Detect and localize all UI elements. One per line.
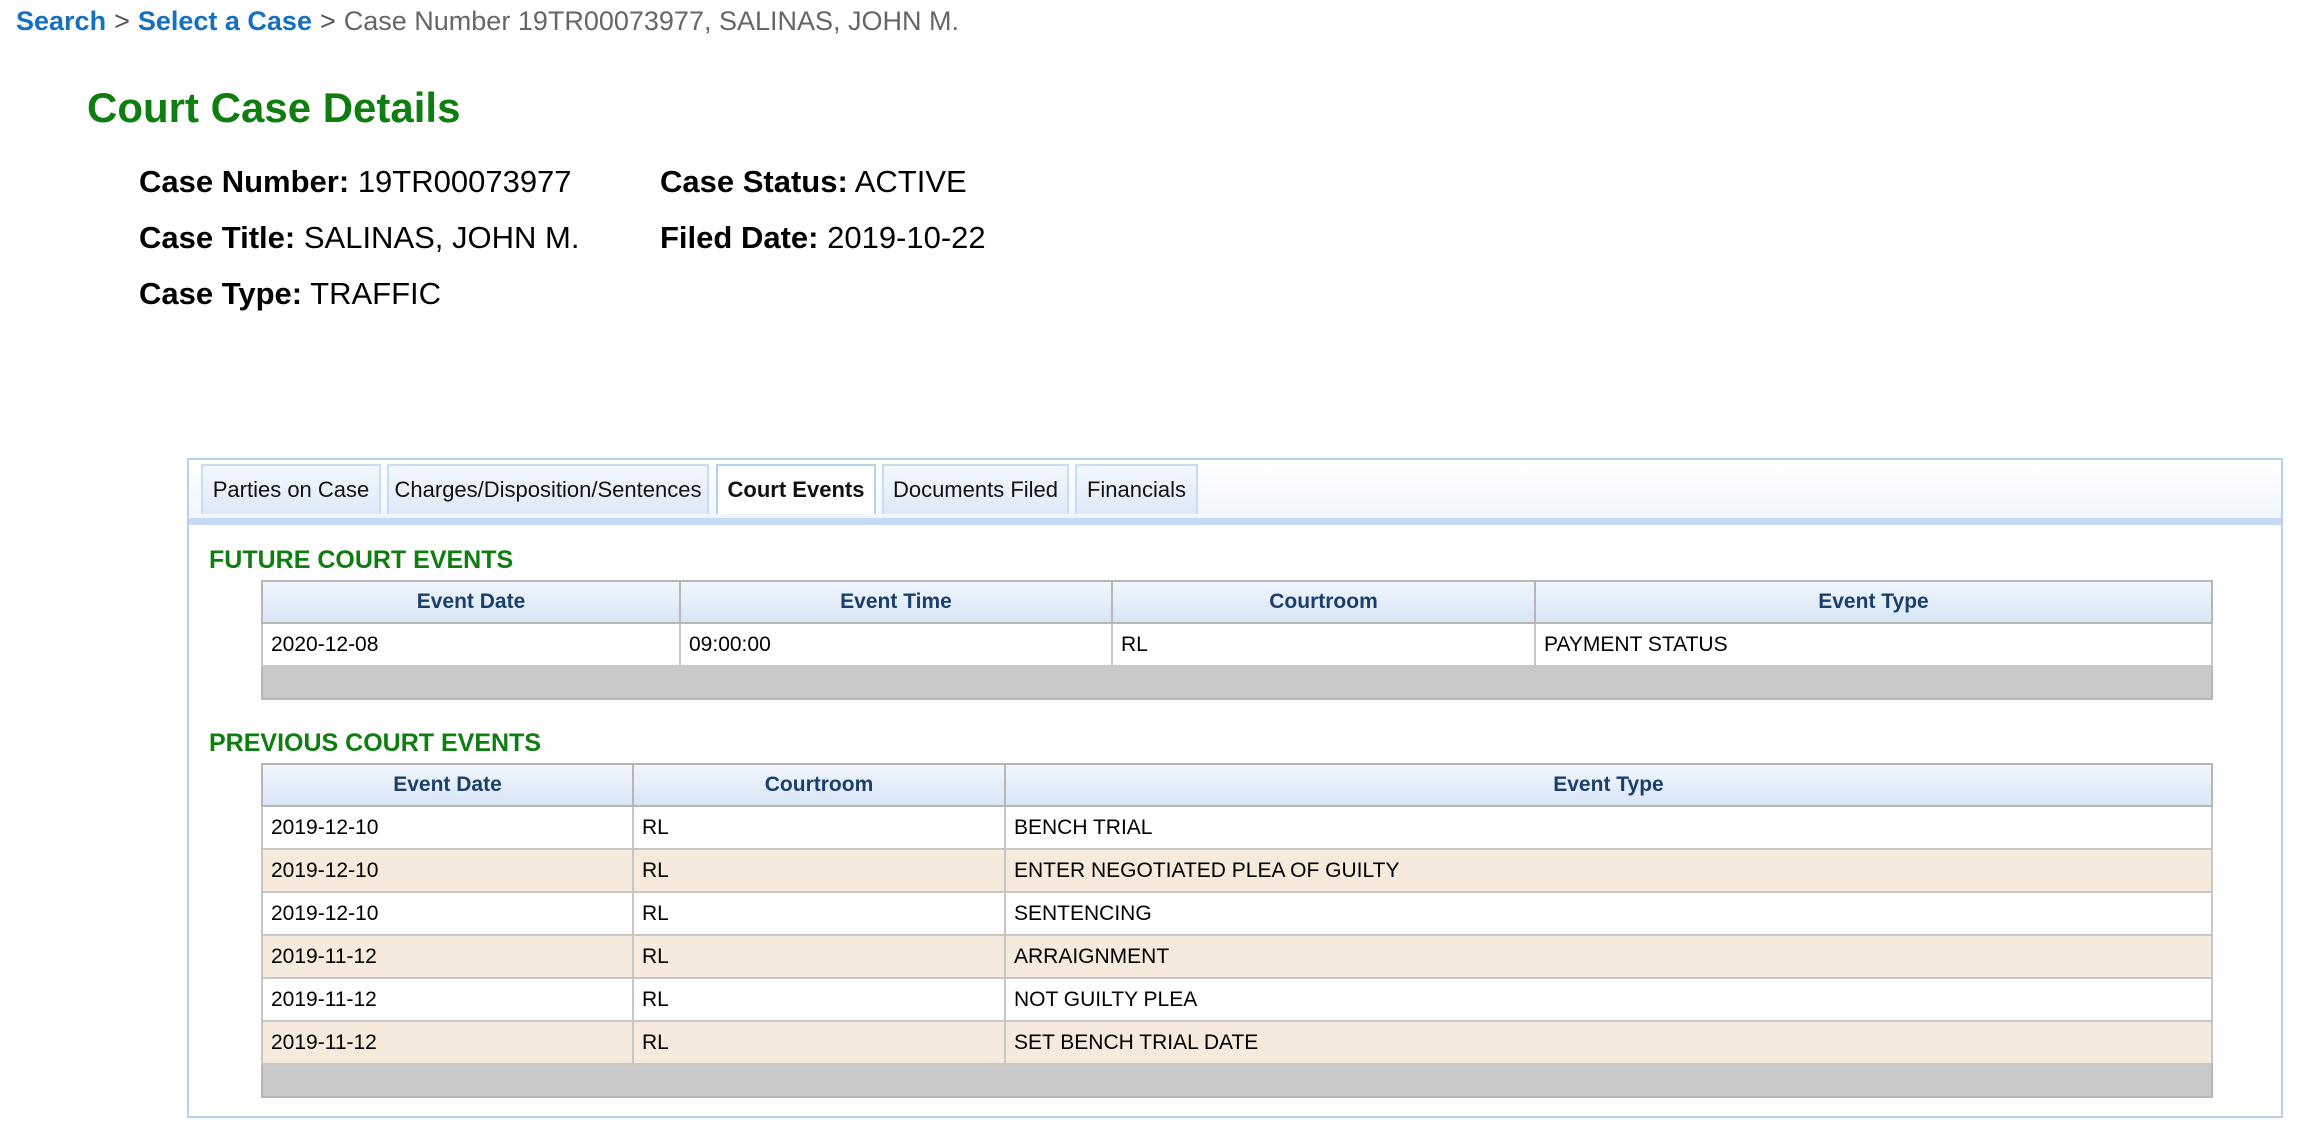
column-header-event-type[interactable]: Event Type [1004,763,2213,807]
breadcrumb: Search > Select a Case > Case Number 19TR000… [16,6,959,37]
cell-courtroom: RL [632,977,1006,1022]
column-header-event-time[interactable]: Event Time [679,580,1113,624]
table-row: 2019-12-10 RL SENTENCING [261,891,2213,936]
table-footer [261,1063,2213,1098]
table-row: 2020-12-08 09:00:00 RL PAYMENT STATUS [261,622,2213,667]
cell-event-type: ENTER NEGOTIATED PLEA OF GUILTY [1004,848,2213,893]
case-title-label: Case Title: [139,220,296,255]
tab-parties-on-case[interactable]: Parties on Case [201,464,381,514]
cell-courtroom: RL [632,934,1006,979]
case-number-value: 19TR00073977 [357,164,572,199]
table-footer-row [261,665,2213,700]
cell-event-date: 2019-11-12 [261,977,634,1022]
previous-events-table: Event Date Courtroom Event Type 2019-12-… [261,763,2213,1098]
cell-courtroom: RL [1111,622,1536,667]
column-header-event-date[interactable]: Event Date [261,763,634,807]
table-row: 2019-11-12 RL NOT GUILTY PLEA [261,977,2213,1022]
case-number: Case Number: 19TR00073977 [139,164,572,200]
filed-date-label: Filed Date: [660,220,819,255]
column-header-courtroom[interactable]: Courtroom [1111,580,1536,624]
tab-documents-filed[interactable]: Documents Filed [882,464,1069,514]
case-status-value: ACTIVE [854,164,967,199]
table-footer [261,665,2213,700]
cell-event-date: 2019-12-10 [261,891,634,936]
filed-date: Filed Date: 2019-10-22 [660,220,986,256]
cell-event-type: SET BENCH TRIAL DATE [1004,1020,2213,1065]
tab-bar: Parties on Case Charges/Disposition/Sent… [189,460,2281,525]
case-status: Case Status: ACTIVE [660,164,967,200]
table-header-row: Event Date Courtroom Event Type [261,763,2213,807]
tab-court-events[interactable]: Court Events [716,464,876,514]
cell-courtroom: RL [632,891,1006,936]
page: Search > Select a Case > Case Number 19TR000… [0,0,2305,1147]
cell-courtroom: RL [632,848,1006,893]
case-status-label: Case Status: [660,164,848,199]
previous-events-title: PREVIOUS COURT EVENTS [209,729,541,757]
cell-event-date: 2019-11-12 [261,1020,634,1065]
cell-courtroom: RL [632,805,1006,850]
cell-event-date: 2019-11-12 [261,934,634,979]
table-footer-row [261,1063,2213,1098]
future-events-table: Event Date Event Time Courtroom Event Ty… [261,580,2213,700]
tab-charges-disposition-sentences[interactable]: Charges/Disposition/Sentences [387,464,709,514]
cell-event-date: 2020-12-08 [261,622,681,667]
cell-event-date: 2019-12-10 [261,805,634,850]
case-title-value: SALINAS, JOHN M. [303,220,580,255]
breadcrumb-select-case-link[interactable]: Select a Case [138,6,312,36]
breadcrumb-current: Case Number 19TR00073977, SALINAS, JOHN … [343,6,960,36]
column-header-event-type[interactable]: Event Type [1534,580,2213,624]
cell-event-time: 09:00:00 [679,622,1113,667]
case-type-value: TRAFFIC [310,276,442,311]
case-tabs-panel: Parties on Case Charges/Disposition/Sent… [187,458,2283,1118]
column-header-courtroom[interactable]: Courtroom [632,763,1006,807]
case-type-label: Case Type: [139,276,303,311]
future-events-title: FUTURE COURT EVENTS [209,546,514,574]
cell-event-type: BENCH TRIAL [1004,805,2213,850]
cell-courtroom: RL [632,1020,1006,1065]
case-title: Case Title: SALINAS, JOHN M. [139,220,579,256]
cell-event-type: SENTENCING [1004,891,2213,936]
breadcrumb-separator: > [319,6,336,36]
column-header-event-date[interactable]: Event Date [261,580,681,624]
breadcrumb-separator: > [114,6,130,36]
cell-event-type: PAYMENT STATUS [1534,622,2213,667]
page-title: Court Case Details [87,84,461,131]
cell-event-date: 2019-12-10 [261,848,634,893]
breadcrumb-search-link[interactable]: Search [16,6,106,36]
case-type: Case Type: TRAFFIC [139,276,441,312]
cell-event-type: ARRAIGNMENT [1004,934,2213,979]
cell-event-type: NOT GUILTY PLEA [1004,977,2213,1022]
table-header-row: Event Date Event Time Courtroom Event Ty… [261,580,2213,624]
table-row: 2019-12-10 RL ENTER NEGOTIATED PLEA OF G… [261,848,2213,893]
table-row: 2019-12-10 RL BENCH TRIAL [261,805,2213,850]
filed-date-value: 2019-10-22 [827,220,986,255]
case-number-label: Case Number: [139,164,350,199]
table-row: 2019-11-12 RL SET BENCH TRIAL DATE [261,1020,2213,1065]
table-row: 2019-11-12 RL ARRAIGNMENT [261,934,2213,979]
tab-financials[interactable]: Financials [1075,464,1198,514]
